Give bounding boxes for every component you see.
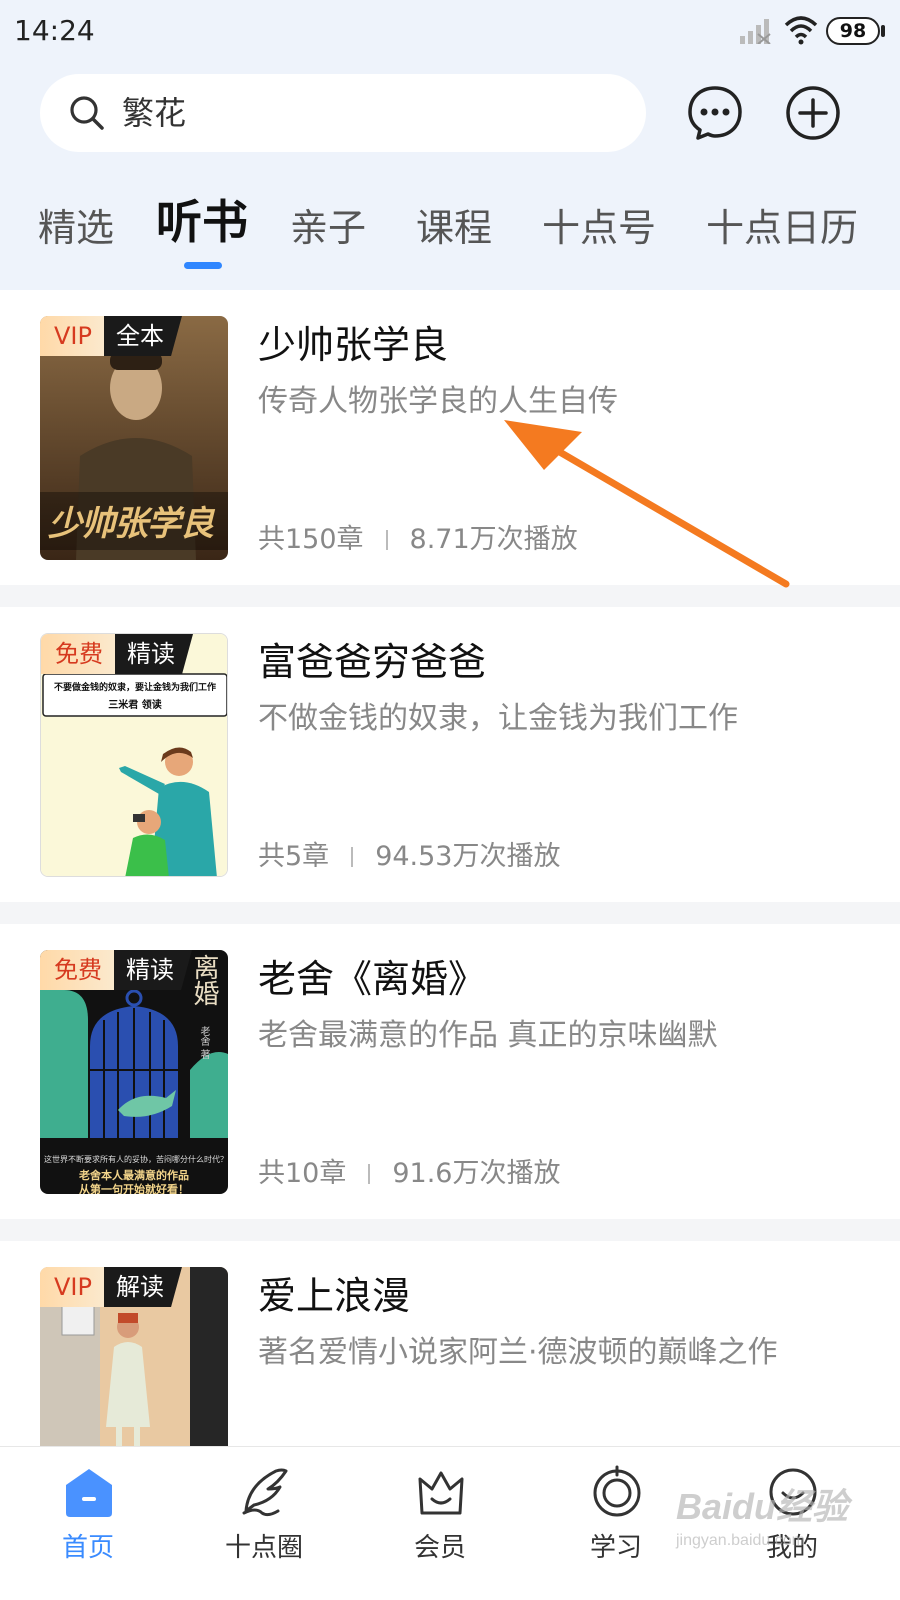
nav-label: 会员 — [413, 1533, 466, 1563]
badge-label: 全本 — [103, 316, 182, 356]
target-icon — [593, 1465, 641, 1517]
status-bar: 14:24 98 — [0, 0, 900, 62]
badge: 免费 精读 — [41, 634, 193, 674]
battery-level: 98 — [839, 20, 867, 42]
badge-type: VIP — [40, 316, 104, 356]
divider — [0, 902, 900, 924]
nav-label: 学习 — [589, 1533, 642, 1563]
signal-icon — [740, 19, 771, 44]
battery-indicator: 98 — [826, 17, 886, 45]
tab-shidianrili[interactable]: 十点日历 — [706, 204, 858, 252]
crown-icon — [418, 1471, 464, 1515]
book-description: 著名爱情小说家阿兰·德波顿的巅峰之作 — [258, 1335, 778, 1370]
home-icon — [66, 1469, 112, 1517]
nav-label: 十点圈 — [224, 1533, 303, 1563]
badge: 免费 精读 — [40, 950, 192, 990]
wifi-icon — [784, 16, 818, 45]
cover-author: 老舍 著 — [198, 1026, 209, 1060]
watermark-sub: jingyan.baidu.com — [676, 1532, 805, 1549]
chapter-count: 共150章 — [258, 524, 364, 555]
play-count: 94.53万次播放 — [375, 841, 561, 872]
badge: VIP 解读 — [40, 1267, 182, 1307]
search-query: 繁花 — [122, 94, 187, 132]
nav-vip[interactable]: 会员 — [380, 1465, 500, 1585]
cover-title: 少帅张学良 — [48, 504, 214, 544]
book-title: 老舍《离婚》 — [258, 957, 487, 1001]
search-icon — [70, 96, 104, 130]
tab-kecheng[interactable]: 课程 — [416, 204, 492, 252]
book-title: 富爸爸穷爸爸 — [258, 640, 487, 684]
chapter-count: 共5章 — [258, 841, 330, 872]
nav-study[interactable]: 学习 — [556, 1465, 676, 1585]
nav-label: 首页 — [61, 1533, 114, 1563]
search-input[interactable]: 繁花 — [40, 74, 646, 152]
book-title: 爱上浪漫 — [258, 1274, 411, 1318]
cover-author: 三米君 领读 — [108, 700, 162, 711]
badge-label: 精读 — [115, 634, 193, 674]
book-cover: 少帅张学良 VIP 全本 — [40, 316, 228, 560]
cover-tagline: 这世界不断要求所有人的妥协，苦闷哪分什么时代？ — [44, 1155, 224, 1164]
play-count: 91.6万次播放 — [392, 1158, 561, 1189]
feather-icon — [242, 1468, 288, 1517]
tab-qinzi[interactable]: 亲子 — [290, 204, 366, 252]
badge-type: VIP — [40, 1267, 104, 1307]
badge-type: 免费 — [41, 634, 115, 674]
badge-label: 精读 — [114, 950, 192, 990]
book-cover: 不要做金钱的奴隶，要让金钱为我们工作 三米君 领读 免费 精读 — [40, 633, 228, 877]
nav-circle[interactable]: 十点圈 — [204, 1465, 324, 1585]
badge: VIP 全本 — [40, 316, 182, 356]
annotation-arrow — [504, 420, 790, 588]
message-icon[interactable] — [686, 84, 744, 142]
nav-home[interactable]: 首页 — [28, 1465, 148, 1585]
book-meta: 共10章 91.6万次播放 — [258, 1156, 560, 1192]
cover-text: 不要做金钱的奴隶，要让金钱为我们工作 — [53, 683, 216, 693]
watermark: Baidu经验 jingyan.baidu.com — [676, 1478, 856, 1558]
tab-shidianhao[interactable]: 十点号 — [542, 204, 656, 252]
watermark-main: Baidu经验 — [676, 1486, 849, 1527]
active-tab-indicator — [184, 262, 222, 269]
book-meta: 共5章 94.53万次播放 — [258, 839, 560, 875]
chapter-count: 共10章 — [258, 1158, 347, 1189]
badge-label: 解读 — [103, 1267, 182, 1307]
list-item[interactable]: 离婚 老舍 著 这世界不断要求所有人的妥协，苦闷哪分什么时代？ 老舍本人最满意的… — [0, 924, 900, 1219]
cover-slogan-2: 从第一句开始就好看！ — [79, 1183, 189, 1194]
book-title: 少帅张学良 — [258, 323, 449, 367]
list-item[interactable]: 不要做金钱的奴隶，要让金钱为我们工作 三米君 领读 免费 精读 富爸爸穷爸爸 不… — [0, 607, 900, 902]
tab-jingxuan[interactable]: 精选 — [38, 204, 114, 252]
cover-title: 离婚 — [189, 954, 219, 1006]
book-description: 不做金钱的奴隶，让金钱为我们工作 — [258, 701, 738, 736]
category-tabs: 精选 听书 亲子 课程 十点号 十点日历 — [0, 196, 900, 286]
divider — [0, 1219, 900, 1241]
tab-tingshu[interactable]: 听书 — [156, 198, 248, 246]
add-icon[interactable] — [784, 84, 842, 142]
badge-type: 免费 — [40, 950, 114, 990]
status-time: 14:24 — [14, 14, 95, 47]
book-cover: 离婚 老舍 著 这世界不断要求所有人的妥协，苦闷哪分什么时代？ 老舍本人最满意的… — [40, 950, 228, 1194]
book-description: 老舍最满意的作品 真正的京味幽默 — [258, 1018, 718, 1053]
